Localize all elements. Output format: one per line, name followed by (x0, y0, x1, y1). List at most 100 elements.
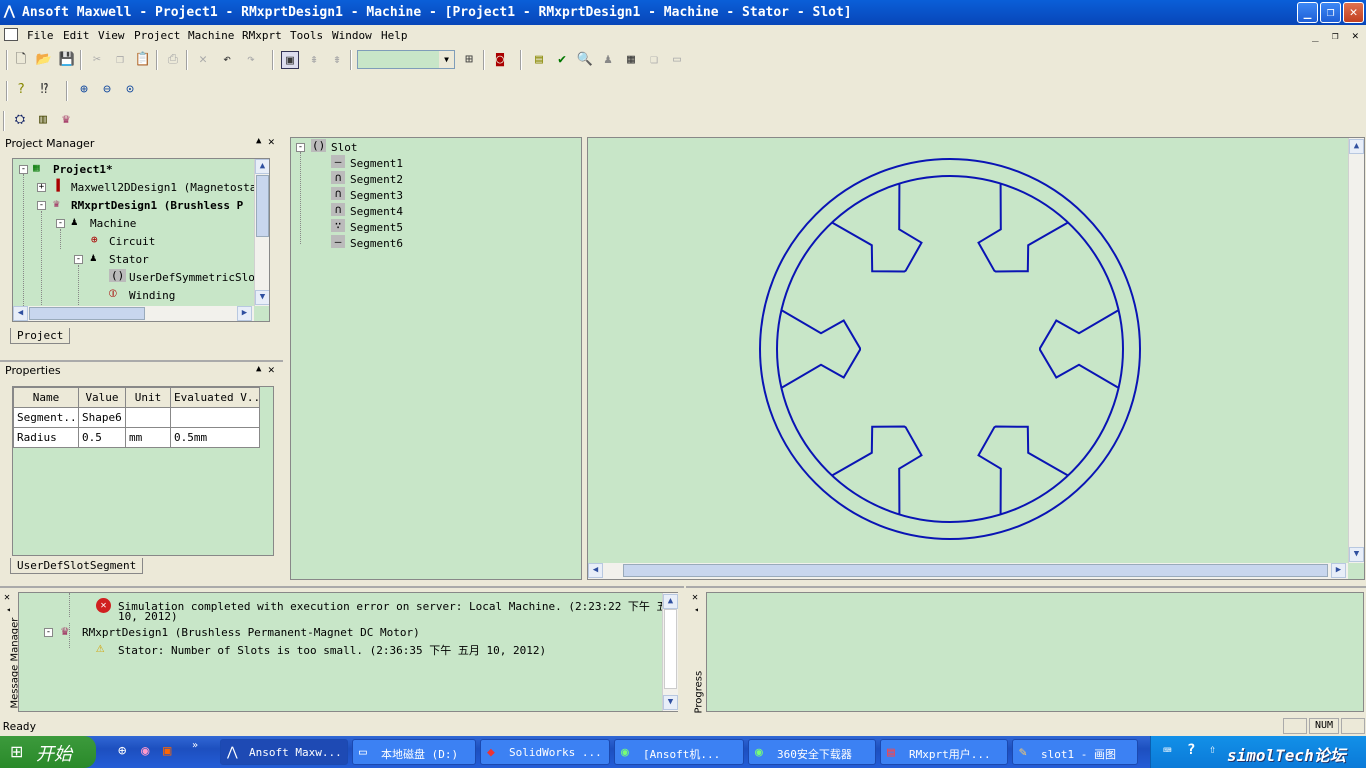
tree-item-maxwell2d[interactable]: Maxwell2DDesign1 (Magnetostati (71, 181, 269, 194)
task-local-disk[interactable]: ▭ 本地磁盘 (D:) (352, 739, 476, 765)
task-ansoft-maxwell[interactable]: ⋀ Ansoft Maxw... (220, 739, 348, 765)
tree-item-segment1[interactable]: Segment1 (350, 157, 403, 170)
mdi-close-button[interactable]: ✕ (1352, 29, 1359, 42)
pin-icon[interactable]: ◂ (6, 605, 11, 614)
paste-icon[interactable]: 📋 (134, 51, 152, 69)
help-icon[interactable]: ? (1187, 742, 1195, 758)
open-folder-icon[interactable]: 📂 (35, 51, 53, 69)
column-header-name[interactable]: Name (13, 387, 79, 408)
cell-value[interactable]: 0.5 (78, 427, 126, 448)
tree-item-segment3[interactable]: Segment3 (350, 189, 403, 202)
task-ansoft-forum[interactable]: ◉ [Ansoft机... (614, 739, 744, 765)
menu-machine[interactable]: Machine (188, 29, 234, 42)
start-button[interactable]: ⊞ 开始 (0, 736, 96, 768)
close-button[interactable]: ✕ (1343, 2, 1364, 23)
cut-icon[interactable]: ✂ (88, 51, 106, 69)
rmxprt-design-icon[interactable]: ♛ (57, 111, 75, 129)
collapse-toggle[interactable]: - (19, 165, 28, 174)
column-header-evaluated[interactable]: Evaluated V... (170, 387, 260, 408)
pin-icon[interactable]: ▲ (256, 364, 261, 374)
table-row[interactable]: Radius 0.5 mm 0.5mm (13, 427, 260, 448)
move-down-icon[interactable]: ⇟ (328, 51, 346, 69)
quicklaunch-ie-icon[interactable]: ⊕ (118, 743, 126, 759)
tree-item-project1[interactable]: Project1* (53, 163, 113, 176)
close-panel-icon[interactable]: ✕ (268, 363, 275, 376)
tree-item-circuit[interactable]: Circuit (109, 235, 155, 248)
new-file-icon[interactable]: 🗋 (12, 51, 30, 69)
export-icon[interactable]: ▭ (668, 51, 686, 69)
tab-userdef-slot-segment[interactable]: UserDefSlotSegment (10, 558, 144, 574)
save-icon[interactable]: 💾 (58, 51, 76, 69)
close-panel-icon[interactable]: ✕ (268, 135, 275, 148)
move-up-icon[interactable]: ⇞ (305, 51, 323, 69)
hierarchy-icon[interactable]: ⊞ (460, 51, 478, 69)
tree-item-winding[interactable]: Winding (129, 289, 175, 302)
tree-item-userdef-slot[interactable]: UserDefSymmetricSlot (129, 271, 261, 284)
tree-item-machine[interactable]: Machine (90, 217, 136, 230)
quicklaunch-browser-icon[interactable]: ◉ (141, 743, 149, 759)
pin-icon[interactable]: ▲ (256, 136, 261, 146)
collapse-toggle[interactable]: - (296, 143, 305, 152)
tree-vertical-scrollbar[interactable]: ▲ ▼ (254, 159, 269, 306)
pin-icon[interactable]: ◂ (694, 605, 699, 614)
quicklaunch-more-icon[interactable]: » (192, 740, 198, 751)
select-mode-icon[interactable]: ▣ (281, 51, 299, 69)
tree-item-stator[interactable]: Stator (109, 253, 149, 266)
menu-file[interactable]: File (27, 29, 54, 42)
close-panel-icon[interactable]: ✕ (4, 592, 10, 603)
copy-icon[interactable]: ❐ (111, 51, 129, 69)
zoom-results-icon[interactable]: 🔍 (576, 51, 594, 69)
tree-horizontal-scrollbar[interactable]: ◀ ▶ (13, 306, 254, 321)
tree-item-segment5[interactable]: Segment5 (350, 221, 403, 234)
fit-all-icon[interactable]: ⊙ (121, 81, 139, 99)
stator-drawing[interactable] (588, 138, 1348, 563)
cell-value[interactable]: Shape6 (78, 407, 126, 428)
task-paint[interactable]: ✎ slot1 - 画图 (1012, 739, 1138, 765)
menu-window[interactable]: Window (332, 29, 372, 42)
design-settings-icon[interactable]: ▥ (34, 111, 52, 129)
copy-design-icon[interactable]: ❏ (645, 51, 663, 69)
print-icon[interactable]: ⎙ (164, 51, 182, 69)
task-rmxprt-pdf[interactable]: ▤ RMxprt用户... (880, 739, 1008, 765)
maximize-button[interactable]: ❐ (1320, 2, 1341, 23)
menu-tools[interactable]: Tools (290, 29, 323, 42)
menu-project[interactable]: Project (134, 29, 180, 42)
redo-icon[interactable]: ↷ (242, 51, 260, 69)
context-help-icon[interactable]: ⁉ (35, 81, 53, 99)
machine-icon[interactable]: ♟ (599, 51, 617, 69)
zoom-in-icon[interactable]: ⊕ (75, 81, 93, 99)
drawing-vertical-scrollbar[interactable]: ▲ ▼ (1348, 138, 1364, 563)
mdi-minimize-button[interactable]: _ (1312, 29, 1319, 42)
collapse-toggle[interactable]: - (74, 255, 83, 264)
help-topic-icon[interactable]: ? (12, 81, 30, 99)
messages-vertical-scrollbar[interactable]: ▲ ▼ (662, 593, 678, 711)
menu-view[interactable]: View (98, 29, 125, 42)
cell-unit[interactable] (125, 407, 171, 428)
tab-project[interactable]: Project (10, 328, 71, 344)
menu-help[interactable]: Help (381, 29, 408, 42)
tray-arrow-icon[interactable]: ⇧ (1209, 742, 1216, 756)
quicklaunch-app-icon[interactable]: ▣ (163, 743, 171, 759)
collapse-toggle[interactable]: - (56, 219, 65, 228)
table-row[interactable]: Segment... Shape6 (13, 407, 260, 428)
keyboard-icon[interactable]: ⌨ (1163, 743, 1171, 759)
report-icon[interactable]: ▦ (622, 51, 640, 69)
tree-item-rmxprt-design[interactable]: RMxprtDesign1 (Brushless P (71, 199, 243, 212)
solver-icon[interactable]: ◙ (491, 51, 509, 69)
vertical-splitter[interactable] (283, 136, 289, 581)
toolbar-combo[interactable]: ▼ (357, 50, 455, 69)
drawing-horizontal-scrollbar[interactable]: ◀ ▶ (588, 563, 1348, 579)
collapse-toggle[interactable]: - (37, 201, 46, 210)
minimize-button[interactable]: _ (1297, 2, 1318, 23)
task-solidworks[interactable]: ◆ SolidWorks ... (480, 739, 610, 765)
close-panel-icon[interactable]: ✕ (692, 592, 698, 603)
column-header-unit[interactable]: Unit (125, 387, 171, 408)
mdi-restore-button[interactable]: ❐ (1332, 29, 1339, 42)
analyze-icon[interactable]: ✔ (553, 51, 571, 69)
undo-icon[interactable]: ↶ (218, 51, 236, 69)
delete-icon[interactable]: ✕ (194, 51, 212, 69)
zoom-out-icon[interactable]: ⊖ (98, 81, 116, 99)
validate-icon[interactable]: ▤ (530, 51, 548, 69)
tree-item-segment2[interactable]: Segment2 (350, 173, 403, 186)
cell-unit[interactable]: mm (125, 427, 171, 448)
